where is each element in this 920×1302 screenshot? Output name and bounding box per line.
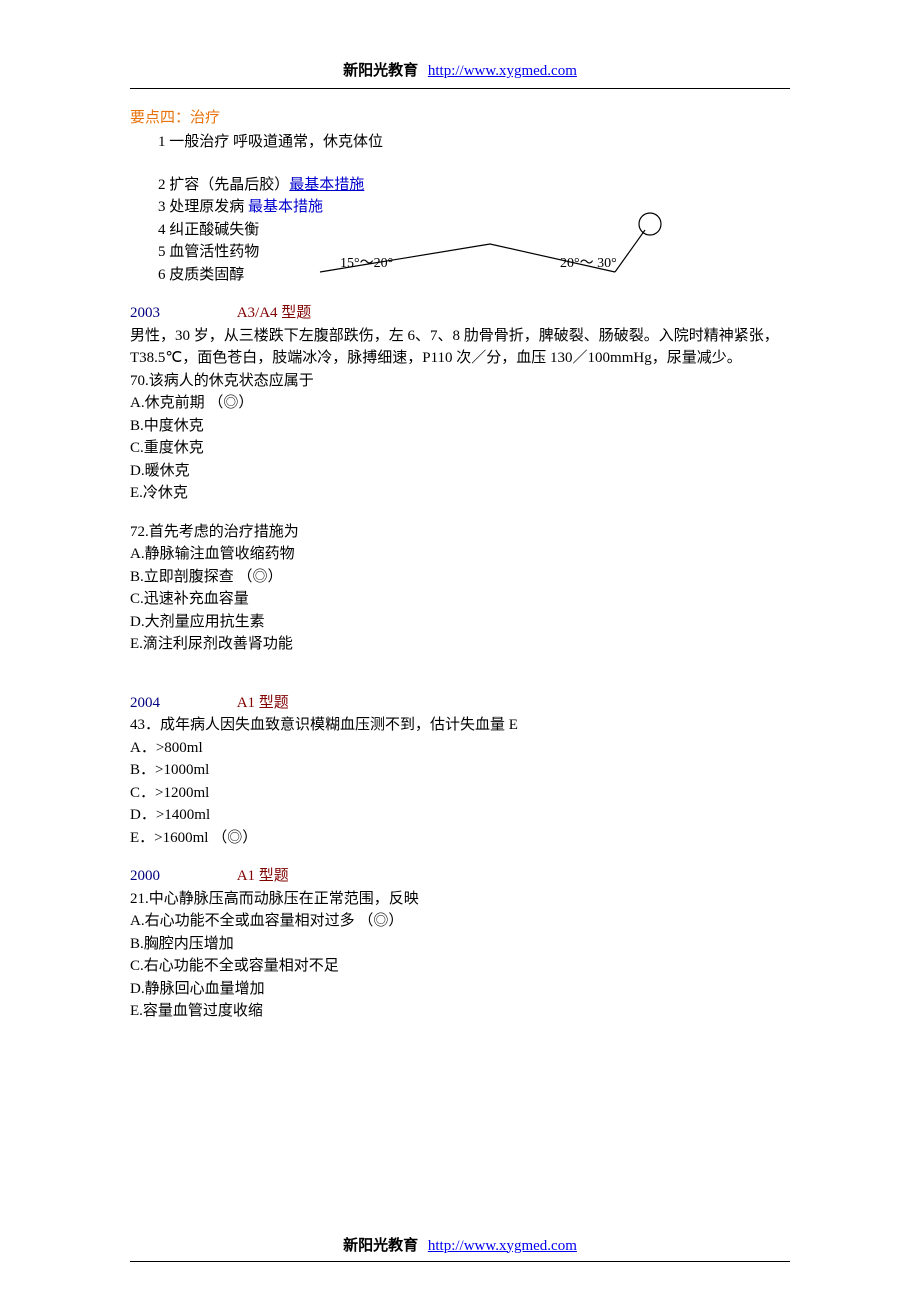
type-2003: A3/A4 型题 — [237, 305, 312, 321]
q21-option-c: C.右心功能不全或容量相对不足 — [130, 955, 790, 978]
page-footer: 新阳光教育 http://www.xygmed.com — [130, 1235, 790, 1263]
q70-option-a: A.休克前期 （◎） — [130, 392, 790, 415]
q21-option-d: D.静脉回心血量增加 — [130, 978, 790, 1001]
q70-option-e: E.冷休克 — [130, 482, 790, 505]
section4-title: 要点四：治疗 — [130, 107, 790, 130]
q21-text: 21.中心静脉压高而动脉压在正常范围，反映 — [130, 888, 790, 911]
q21-option-e: E.容量血管过度收缩 — [130, 1000, 790, 1023]
q43-text: 43．成年病人因失血致意识模糊血压测不到，估计失血量 E — [130, 714, 790, 737]
q72-option-e: E.滴注利尿剂改善肾功能 — [130, 633, 790, 656]
header-brand: 新阳光教育 — [343, 63, 418, 79]
footer-divider — [130, 1261, 790, 1262]
section4-item-2: 2 扩容（先晶后胶）最基本措施 — [130, 174, 790, 197]
q43-option-e: E．>1600ml （◎） — [130, 827, 790, 850]
page-header: 新阳光教育 http://www.xygmed.com — [130, 60, 790, 83]
question-block-2003: 2003 A3/A4 型题 男性，30 岁，从三楼跌下左腹部跌伤，左 6、7、8… — [130, 302, 790, 656]
q21-option-a: A.右心功能不全或血容量相对过多 （◎） — [130, 910, 790, 933]
year-2003: 2003 — [130, 305, 160, 321]
q70-option-c: C.重度休克 — [130, 437, 790, 460]
content: 15°～20° 20°～ 30° 要点四：治疗 1 一般治疗 呼吸道通常，休克体… — [130, 107, 790, 1023]
q21-option-b: B.胸腔内压增加 — [130, 933, 790, 956]
q72-option-c: C.迅速补充血容量 — [130, 588, 790, 611]
type-2000: A1 型题 — [237, 868, 289, 884]
exam-year-type-2000: 2000 A1 型题 — [130, 865, 790, 888]
q43-option-b: B．>1000ml — [130, 759, 790, 782]
q70-option-b: B.中度休克 — [130, 415, 790, 438]
q72-text: 72.首先考虑的治疗措施为 — [130, 521, 790, 544]
q72-option-b: B.立即剖腹探查 （◎） — [130, 566, 790, 589]
section4-item-3-prefix: 3 处理原发病 — [158, 199, 248, 215]
exam-year-type-2004: 2004 A1 型题 — [130, 692, 790, 715]
q2003-stem: 男性，30 岁，从三楼跌下左腹部跌伤，左 6、7、8 肋骨骨折，脾破裂、肠破裂。… — [130, 325, 790, 370]
section4-item-2-prefix: 2 扩容（先晶后胶） — [158, 177, 289, 193]
diagram-right-angle: 20°～ 30° — [560, 256, 617, 271]
question-block-2000: 2000 A1 型题 21.中心静脉压高而动脉压在正常范围，反映 A.右心功能不… — [130, 865, 790, 1023]
year-2004: 2004 — [130, 695, 160, 711]
exam-year-type-2003: 2003 A3/A4 型题 — [130, 302, 790, 325]
footer-link[interactable]: http://www.xygmed.com — [428, 1238, 577, 1254]
header-link[interactable]: http://www.xygmed.com — [428, 63, 577, 79]
footer-brand: 新阳光教育 — [343, 1238, 418, 1254]
shock-position-diagram: 15°～20° 20°～ 30° — [315, 212, 665, 292]
type-2004: A1 型题 — [237, 695, 289, 711]
section4-item-1: 1 一般治疗 呼吸道通常，休克体位 — [130, 131, 790, 154]
document-page: 新阳光教育 http://www.xygmed.com 15°～20° 20°～… — [0, 0, 920, 1302]
section4-item-3-highlight: 最基本措施 — [248, 199, 323, 215]
header-divider — [130, 88, 790, 89]
question-block-2004: 2004 A1 型题 43．成年病人因失血致意识模糊血压测不到，估计失血量 E … — [130, 692, 790, 850]
year-2000: 2000 — [130, 868, 160, 884]
q72-option-d: D.大剂量应用抗生素 — [130, 611, 790, 634]
diagram-left-angle: 15°～20° — [340, 256, 393, 271]
q70-text: 70.该病人的休克状态应属于 — [130, 370, 790, 393]
section4-item-2-highlight: 最基本措施 — [289, 177, 364, 193]
q43-option-c: C．>1200ml — [130, 782, 790, 805]
q72-option-a: A.静脉输注血管收缩药物 — [130, 543, 790, 566]
q70-option-d: D.暖休克 — [130, 460, 790, 483]
q43-option-d: D．>1400ml — [130, 804, 790, 827]
q43-option-a: A．>800ml — [130, 737, 790, 760]
